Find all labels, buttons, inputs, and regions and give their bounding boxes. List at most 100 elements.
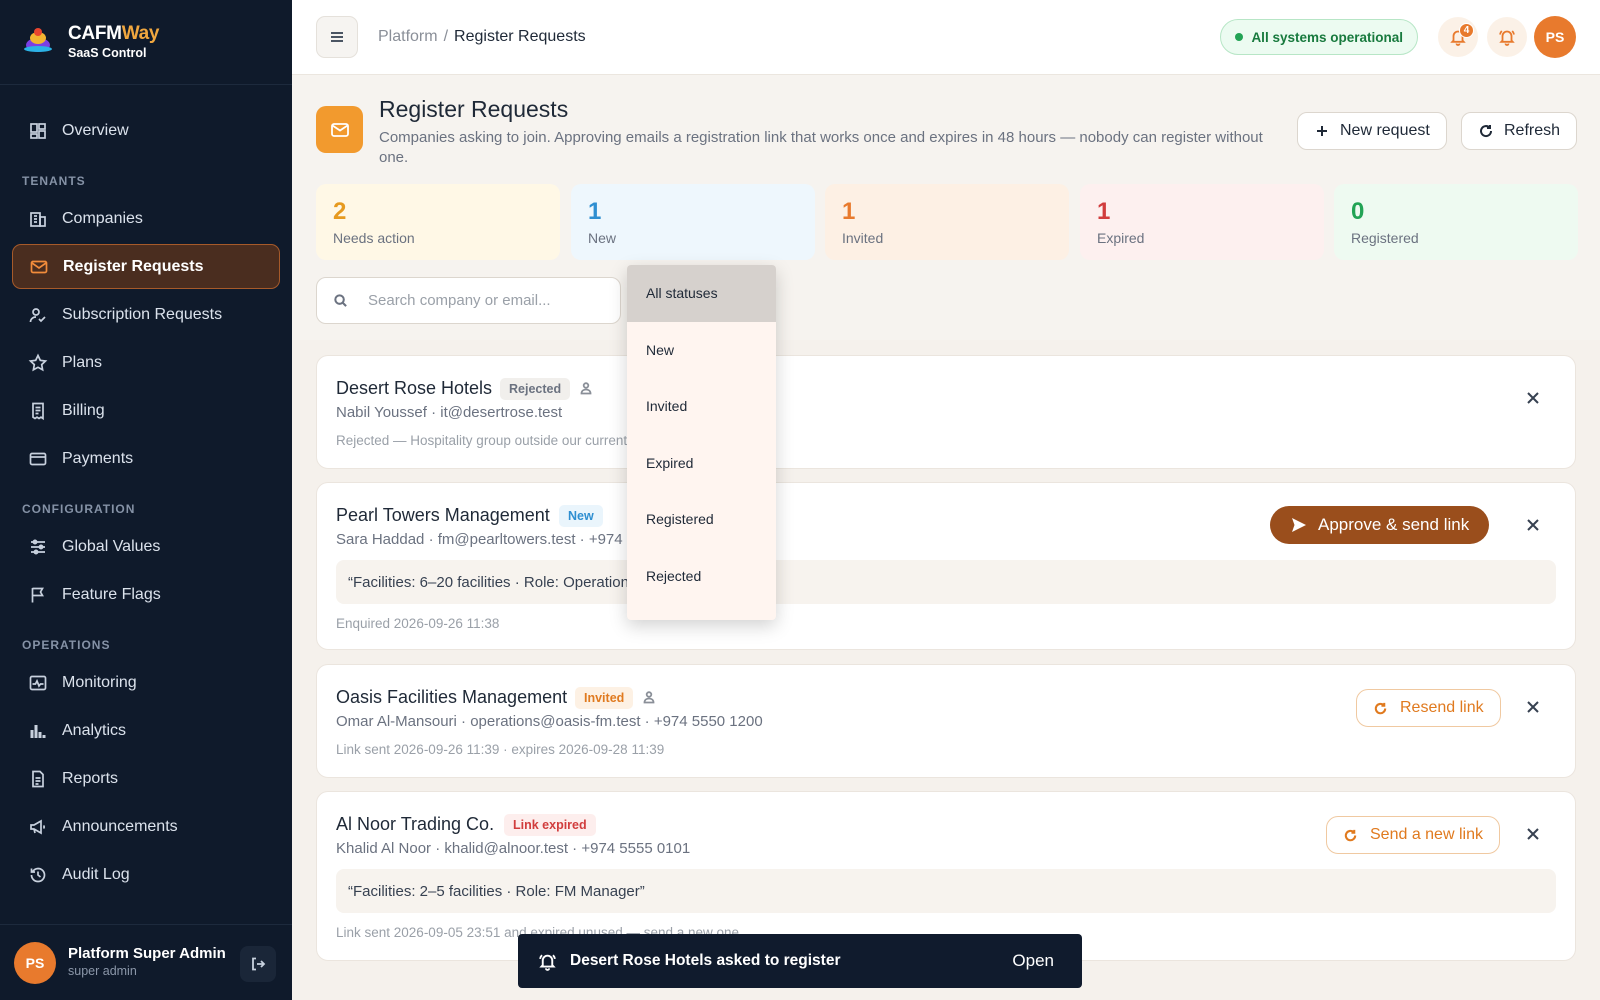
send-new-link-button[interactable]: Send a new link (1326, 816, 1500, 854)
system-status-badge[interactable]: All systems operational (1220, 19, 1418, 55)
sidebar-item-label: Audit Log (62, 865, 130, 883)
stat-expired[interactable]: 1 Expired (1080, 184, 1324, 260)
sidebar-item-register-requests[interactable]: Register Requests (12, 244, 280, 289)
contact-info: Khalid Al Noor · khalid@alnoor.test · +9… (336, 840, 691, 857)
system-status-label: All systems operational (1251, 29, 1403, 45)
company-name[interactable]: Pearl Towers Management (336, 505, 550, 526)
search-input[interactable] (368, 292, 588, 309)
user-check-icon (28, 305, 48, 325)
stat-new[interactable]: 1 New (571, 184, 815, 260)
megaphone-icon (28, 817, 48, 837)
sidebar-item-plans[interactable]: Plans (12, 340, 280, 385)
dismiss-button[interactable] (1521, 513, 1545, 537)
sidebar-item-subscription-requests[interactable]: Subscription Requests (12, 292, 280, 337)
stat-label: Expired (1097, 230, 1145, 246)
sidebar-item-overview[interactable]: Overview (12, 108, 280, 153)
sidebar-item-audit-log[interactable]: Audit Log (12, 852, 280, 897)
resend-label: Resend link (1400, 699, 1484, 716)
sliders-icon (28, 537, 48, 557)
stat-value: 0 (1351, 198, 1365, 225)
status-option-new[interactable]: New (627, 322, 776, 379)
sidebar-item-label: Analytics (62, 721, 127, 739)
close-icon (1527, 392, 1539, 404)
toast-open-button[interactable]: Open (1012, 951, 1054, 971)
stat-registered[interactable]: 0 Registered (1334, 184, 1578, 260)
stat-label: Invited (842, 230, 884, 246)
receipt-icon (28, 401, 48, 421)
brand-logo-icon (22, 26, 54, 58)
close-icon (1527, 701, 1539, 713)
request-meta: Rejected — Hospitality group outside our… (336, 433, 673, 448)
breadcrumb-current: Register Requests (454, 28, 586, 45)
new-request-button[interactable]: New request (1297, 112, 1447, 150)
activity-icon (28, 673, 48, 693)
status-badge: Rejected (500, 378, 571, 400)
sidebar-item-label: Monitoring (62, 673, 137, 691)
building-icon (28, 209, 48, 229)
sidebar-item-announcements[interactable]: Announcements (12, 804, 280, 849)
stat-label: Needs action (333, 230, 415, 246)
breadcrumb-platform[interactable]: Platform (378, 28, 438, 45)
status-option-rejected[interactable]: Rejected (627, 548, 776, 605)
request-meta: Link sent 2026-09-26 11:39 · expires 202… (336, 742, 665, 757)
sidebar-item-analytics[interactable]: Analytics (12, 708, 280, 753)
close-icon (1527, 828, 1539, 840)
dismiss-button[interactable] (1521, 386, 1545, 410)
user-icon (642, 690, 656, 704)
sidebar-item-label: Plans (62, 353, 103, 371)
brand-subtitle: SaaS Control (68, 45, 147, 60)
contact-info: Omar Al-Mansouri · operations@oasis-fm.t… (336, 713, 763, 730)
stat-needs-action[interactable]: 2 Needs action (316, 184, 560, 260)
brand[interactable]: CAFMWay SaaS Control (0, 0, 292, 85)
stat-value: 1 (1097, 198, 1111, 225)
sidebar-item-feature-flags[interactable]: Feature Flags (12, 572, 280, 617)
request-note: “Facilities: 2–5 facilities · Role: FM M… (336, 869, 1556, 913)
page-title: Register Requests (379, 96, 569, 122)
breadcrumb-separator: / (443, 28, 449, 45)
top-bar: Platform / Register Requests All systems o… (292, 0, 1600, 75)
dismiss-button[interactable] (1521, 695, 1545, 719)
resend-link-button[interactable]: Resend link (1356, 689, 1501, 727)
alerts-button[interactable] (1487, 17, 1527, 57)
sidebar-item-billing[interactable]: Billing (12, 388, 280, 433)
sidebar-item-payments[interactable]: Payments (12, 436, 280, 481)
refresh-icon (1374, 702, 1387, 714)
sidebar-item-companies[interactable]: Companies (12, 196, 280, 241)
sidebar-item-global-values[interactable]: Global Values (12, 524, 280, 569)
dismiss-button[interactable] (1521, 822, 1545, 846)
approve-send-link-button[interactable]: Approve & send link (1270, 506, 1490, 544)
user-icon (579, 381, 593, 395)
sidebar-item-reports[interactable]: Reports (12, 756, 280, 801)
notification-toast: Desert Rose Hotels asked to register Ope… (518, 934, 1082, 988)
sidebar-item-monitoring[interactable]: Monitoring (12, 660, 280, 705)
company-name[interactable]: Al Noor Trading Co. (336, 814, 494, 835)
sidebar-item-label: Payments (62, 449, 134, 467)
breadcrumb: Platform / Register Requests (378, 28, 586, 46)
nav-section-operations: OPERATIONS (22, 638, 111, 652)
company-name[interactable]: Oasis Facilities Management (336, 687, 567, 708)
send-new-link-label: Send a new link (1370, 826, 1483, 843)
status-option-expired[interactable]: Expired (627, 435, 776, 492)
sidebar-item-label: Reports (62, 769, 119, 787)
avatar[interactable]: PS (1534, 16, 1576, 58)
sidebar: CAFMWay SaaS Control Overview TENANTS Co… (0, 0, 292, 1000)
logout-button[interactable] (240, 946, 276, 982)
search-box[interactable] (316, 277, 621, 324)
refresh-icon (1480, 125, 1493, 138)
status-option-registered[interactable]: Registered (627, 491, 776, 548)
sidebar-item-label: Register Requests (63, 257, 204, 275)
status-option-invited[interactable]: Invited (627, 378, 776, 435)
sidebar-item-label: Companies (62, 209, 143, 227)
sidebar-item-label: Feature Flags (62, 585, 161, 603)
notifications-button[interactable]: 4 (1438, 17, 1478, 57)
company-name[interactable]: Desert Rose Hotels (336, 378, 492, 399)
avatar[interactable]: PS (14, 941, 56, 984)
menu-toggle-button[interactable] (316, 16, 358, 58)
sidebar-item-label: Global Values (62, 537, 161, 555)
stat-invited[interactable]: 1 Invited (825, 184, 1069, 260)
contact-info: Nabil Youssef · it@desertrose.test (336, 404, 563, 421)
refresh-button[interactable]: Refresh (1461, 112, 1578, 150)
approve-label: Approve & send link (1318, 515, 1470, 534)
request-note: “Facilities: 6–20 facilities · Role: Ope… (336, 560, 1556, 604)
status-option-all[interactable]: All statuses (627, 265, 776, 322)
